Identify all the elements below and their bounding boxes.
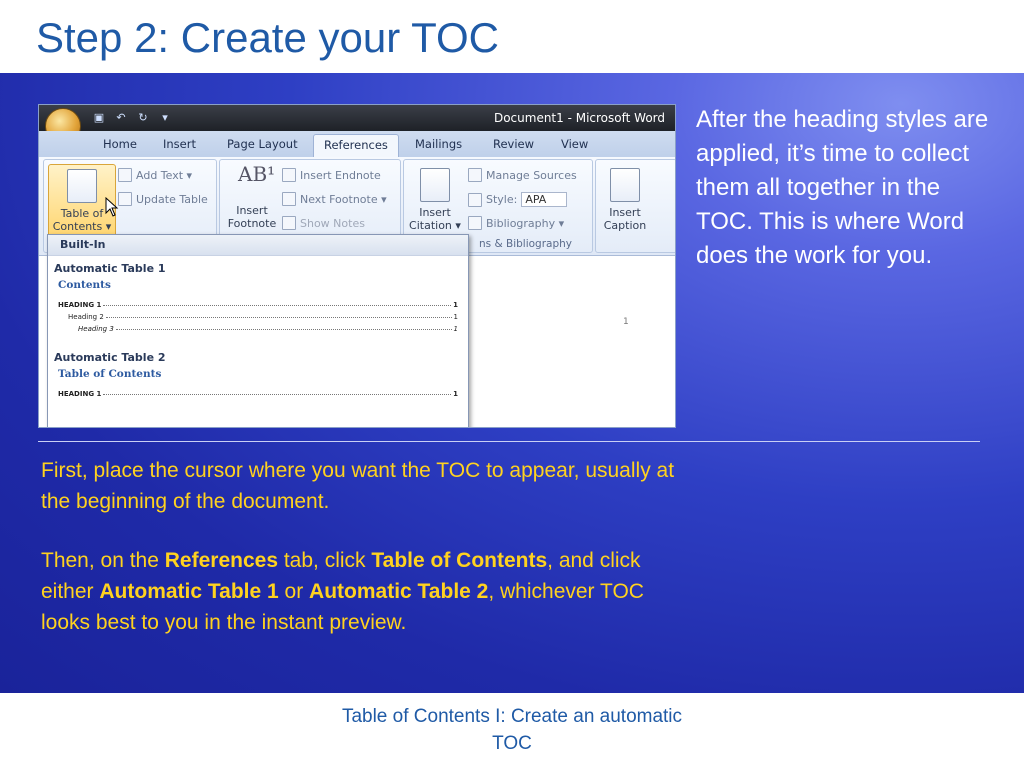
- toc-line-page: 1: [453, 313, 458, 321]
- card1-title: Contents: [58, 279, 111, 291]
- toc-line-page: 1: [453, 325, 458, 333]
- update-table-label: Update Table: [136, 192, 208, 206]
- bold-automatic-table-1: Automatic Table 1: [99, 580, 279, 603]
- style-dropdown[interactable]: APA: [521, 192, 568, 207]
- add-text-icon: [118, 168, 132, 182]
- insert-caption-button[interactable]: Insert Caption: [600, 168, 650, 232]
- tab-view[interactable]: View: [561, 137, 588, 151]
- toc-line-text: Heading 3: [78, 325, 114, 333]
- leader-dots: [103, 394, 452, 395]
- citation-icon: [420, 168, 450, 202]
- toc-line: Heading 2 1: [56, 309, 458, 321]
- quick-access-toolbar: ▣ ↶ ↻ ▾: [91, 110, 173, 128]
- add-text-button[interactable]: Add Text ▾: [118, 168, 192, 182]
- word-titlebar: ▣ ↶ ↻ ▾ Document1 - Microsoft Word: [39, 105, 675, 131]
- tab-insert[interactable]: Insert: [163, 137, 196, 151]
- insert-footnote-label-1: Insert: [236, 204, 268, 217]
- group-captions: Insert Caption: [595, 159, 675, 253]
- toc-line: Heading 3 1: [56, 321, 458, 333]
- toc-icon: [67, 169, 97, 203]
- next-footnote-icon: [282, 192, 296, 206]
- style-selector[interactable]: Style: APA: [468, 192, 568, 207]
- bibliography-label: Bibliography ▾: [486, 216, 565, 230]
- manage-sources-icon: [468, 168, 482, 182]
- gallery-section-1: Automatic Table 1: [54, 262, 166, 275]
- insert-caption-label-2: Caption: [603, 219, 647, 232]
- tab-mailings[interactable]: Mailings: [415, 137, 462, 151]
- insert-footnote-button[interactable]: AB¹ Insert Footnote: [224, 162, 280, 230]
- style-label: Style:: [486, 193, 518, 206]
- insert-caption-label-1: Insert: [609, 206, 641, 219]
- bibliography-icon: [468, 216, 482, 230]
- add-text-label: Add Text ▾: [136, 168, 193, 182]
- style-icon: [468, 192, 482, 207]
- gallery-section-2: Automatic Table 2: [54, 351, 166, 364]
- insert-footnote-label-2: Footnote: [227, 217, 277, 230]
- toc-button-label-2: Contents ▾: [52, 220, 112, 233]
- leader-dots: [105, 317, 452, 318]
- text-run: or: [278, 580, 310, 603]
- card2-title: Table of Contents: [58, 368, 162, 380]
- show-notes-button[interactable]: Show Notes: [282, 216, 365, 230]
- redo-icon[interactable]: ↻: [135, 110, 151, 126]
- mouse-pointer-icon: [105, 197, 119, 217]
- tab-home[interactable]: Home: [103, 137, 137, 151]
- insert-endnote-label: Insert Endnote: [300, 168, 381, 182]
- word-screenshot: ▣ ↶ ↻ ▾ Document1 - Microsoft Word Home …: [38, 104, 676, 428]
- update-table-icon: [118, 192, 132, 206]
- window-title: Document1 - Microsoft Word: [493, 111, 665, 125]
- instruction-paragraph-1: First, place the cursor where you want t…: [41, 459, 675, 513]
- next-footnote-button[interactable]: Next Footnote ▾: [282, 192, 387, 206]
- slide-title: Step 2: Create your TOC: [36, 14, 500, 61]
- automatic-table-2-option[interactable]: Table of Contents HEADING 1 1: [56, 368, 458, 398]
- text-run: Then, on the: [41, 549, 165, 572]
- leader-dots: [103, 305, 452, 306]
- save-icon[interactable]: ▣: [91, 110, 107, 126]
- insert-citation-button[interactable]: Insert Citation ▾: [406, 168, 464, 232]
- leader-dots: [115, 329, 452, 330]
- toc-line-text: HEADING 1: [58, 301, 102, 309]
- divider-line: [38, 441, 980, 442]
- instruction-paragraph-2: Then, on the References tab, click Table…: [41, 545, 681, 638]
- bold-references: References: [164, 549, 278, 572]
- customize-icon[interactable]: ▾: [157, 110, 173, 126]
- manage-sources-button[interactable]: Manage Sources: [468, 168, 577, 182]
- toc-line-page: 1: [453, 390, 458, 398]
- next-footnote-label: Next Footnote ▾: [300, 192, 387, 206]
- caption-icon: [610, 168, 640, 202]
- tab-review[interactable]: Review: [493, 137, 534, 151]
- show-notes-icon: [282, 216, 296, 230]
- toc-line: HEADING 1 1: [56, 297, 458, 309]
- toc-line-text: HEADING 1: [58, 390, 102, 398]
- toc-line-page: 1: [453, 301, 458, 309]
- intro-text: After the heading styles are applied, it…: [696, 106, 989, 269]
- insert-endnote-button[interactable]: Insert Endnote: [282, 168, 381, 182]
- toc-line: HEADING 1 1: [56, 386, 458, 398]
- toc-line-text: Heading 2: [68, 313, 104, 321]
- ribbon-tabs: Home Insert Page Layout References Maili…: [39, 131, 675, 161]
- bold-automatic-table-2: Automatic Table 2: [309, 580, 489, 603]
- toc-gallery-dropdown: Built-In Automatic Table 1 Contents HEAD…: [47, 234, 469, 427]
- slide-footer: Table of Contents I: Create an automatic…: [341, 706, 683, 754]
- page-number: 1: [623, 317, 629, 327]
- bibliography-button[interactable]: Bibliography ▾: [468, 216, 564, 230]
- undo-icon[interactable]: ↶: [113, 110, 129, 126]
- update-table-button[interactable]: Update Table: [118, 192, 208, 206]
- gallery-header: Built-In: [48, 235, 468, 256]
- automatic-table-1-option[interactable]: Contents HEADING 1 1 Heading 2 1 Heading 3…: [56, 279, 458, 333]
- show-notes-label: Show Notes: [300, 216, 365, 230]
- tab-page-layout[interactable]: Page Layout: [227, 137, 298, 151]
- endnote-icon: [282, 168, 296, 182]
- bold-table-of-contents: Table of Contents: [371, 549, 548, 572]
- footnote-icon: AB¹: [238, 162, 276, 186]
- manage-sources-label: Manage Sources: [486, 168, 577, 182]
- text-run: tab, click: [278, 549, 372, 572]
- insert-citation-label-1: Insert: [419, 206, 451, 219]
- insert-citation-label-2: Citation ▾: [409, 219, 461, 232]
